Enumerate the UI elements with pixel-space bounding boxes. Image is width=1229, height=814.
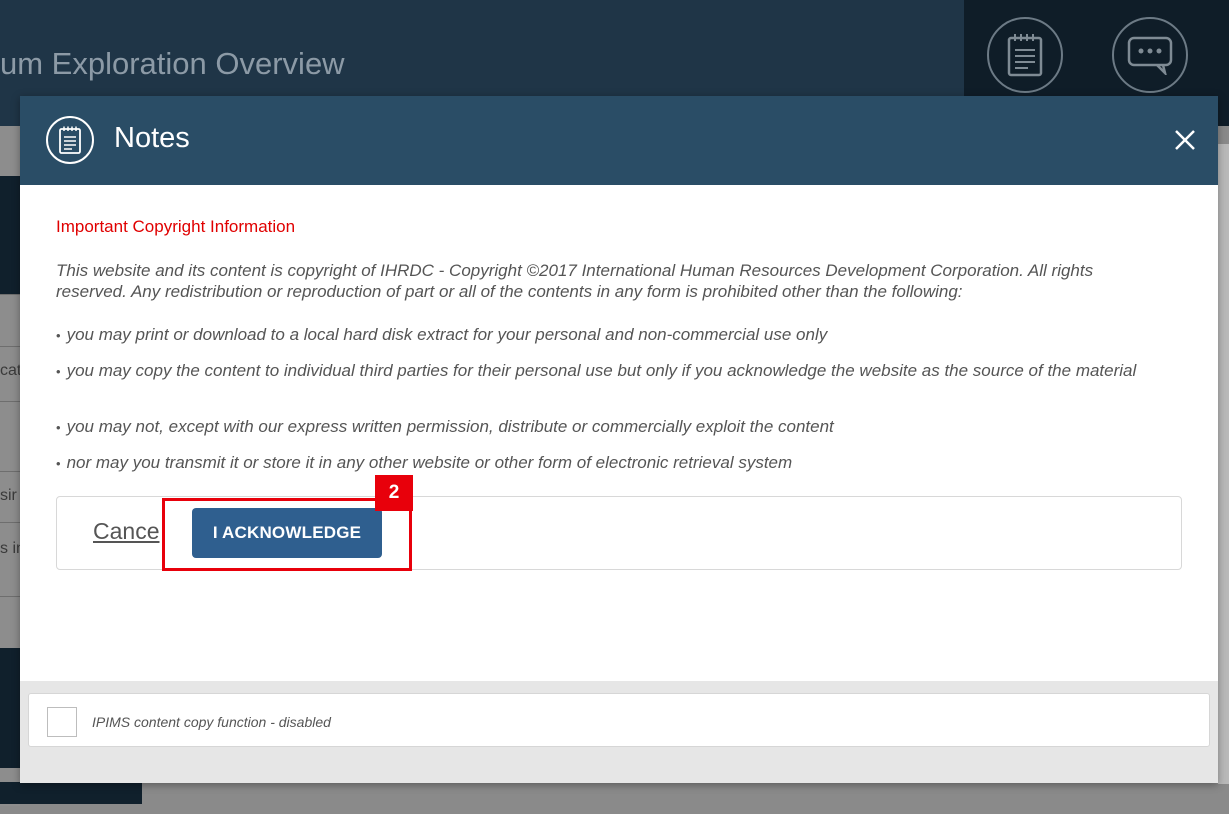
copy-function-label: IPIMS content copy function - disabled <box>92 714 331 730</box>
background-strip <box>1218 144 1229 784</box>
background-footer <box>0 782 142 804</box>
background-sidebar-panel <box>0 648 20 768</box>
close-icon <box>1175 130 1195 150</box>
close-button[interactable] <box>1170 125 1200 155</box>
list-item: • you may print or download to a local ha… <box>56 325 828 344</box>
background-sidebar <box>0 126 20 806</box>
cancel-link[interactable]: Cance <box>93 518 159 545</box>
background-text-fragment: s in <box>0 540 20 557</box>
background-sidebar-panel <box>0 176 20 294</box>
background-text-fragment: cat <box>0 362 20 379</box>
chat-toolbar-button[interactable] <box>1112 17 1188 93</box>
acknowledge-button[interactable]: I ACKNOWLEDGE <box>192 508 382 558</box>
copy-function-card: IPIMS content copy function - disabled <box>28 693 1210 747</box>
modal-content: Important Copyright Information This web… <box>56 217 1166 472</box>
copy-function-checkbox[interactable] <box>47 707 77 737</box>
list-item: • nor may you transmit it or store it in … <box>56 453 793 472</box>
list-item: • you may copy the content to individual … <box>56 361 1137 380</box>
notes-modal: Notes Important Copyright Information Th… <box>20 96 1218 783</box>
action-panel: Cance I ACKNOWLEDGE <box>56 496 1182 570</box>
modal-footer: IPIMS content copy function - disabled <box>20 681 1218 783</box>
background-page-title: um Exploration Overview <box>0 46 345 81</box>
list-item: • you may not, except with our express wr… <box>56 417 834 436</box>
background-text-fragment: sir <box>0 487 17 504</box>
modal-header: Notes <box>20 96 1218 185</box>
notes-toolbar-button[interactable] <box>987 17 1063 93</box>
section-heading: Important Copyright Information <box>56 217 296 236</box>
highlight-badge: 2 <box>375 475 413 511</box>
chat-icon <box>1127 36 1173 75</box>
copyright-paragraph: This website and its content is copyrigh… <box>56 261 1094 301</box>
notes-icon <box>46 116 94 164</box>
modal-title: Notes <box>114 122 190 154</box>
notes-icon <box>1007 34 1043 77</box>
